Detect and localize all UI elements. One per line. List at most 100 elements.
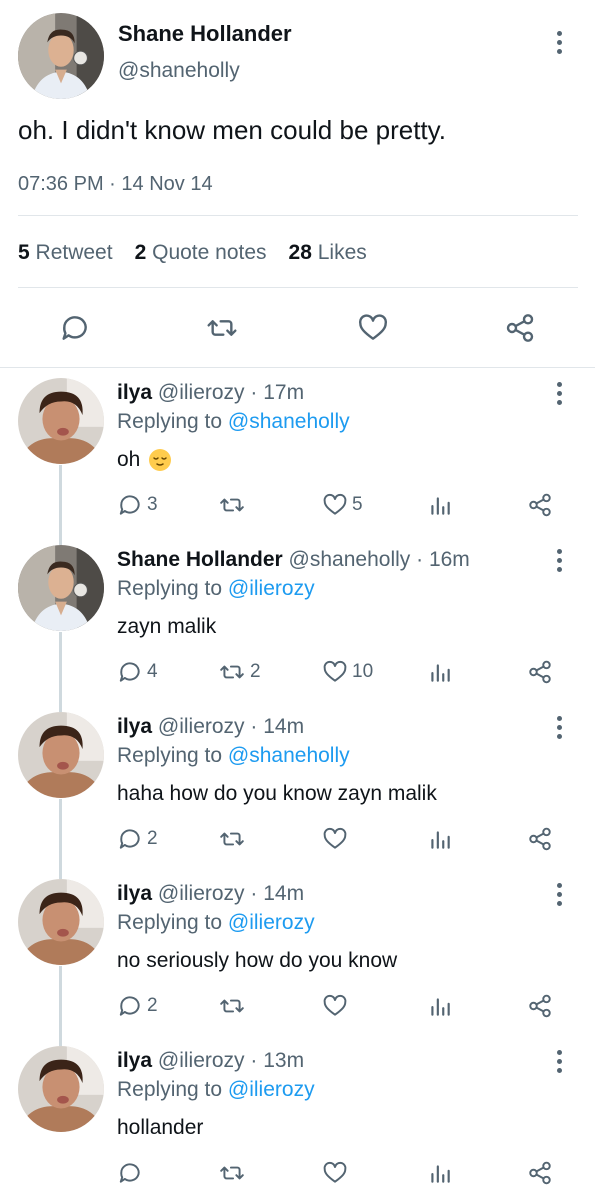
like-button[interactable] [322,1160,352,1186]
replying-to-link[interactable]: @ilierozy [228,577,315,600]
tweet-time: 07:36 PM [18,173,104,195]
retweet-button[interactable] [218,492,250,518]
likes-stat[interactable]: 28 Likes [289,241,367,265]
reply-button[interactable]: 4 [117,659,158,685]
tweet-text: oh. I didn't know men could be pretty. [18,115,446,145]
avatar[interactable] [18,378,104,464]
reply-text: hollander [117,1116,204,1139]
retweet-button[interactable] [218,993,250,1019]
like-count: 10 [352,661,374,682]
like-icon [322,826,348,852]
reply-header: ilya @ilierozy · 13m [117,1049,304,1073]
retweet-button[interactable]: 2 [218,659,261,685]
reply-author-name[interactable]: ilya [117,381,152,404]
thread-line [59,799,62,879]
like-button[interactable] [322,826,352,852]
user-handle[interactable]: @shaneholly [118,59,240,83]
replying-to-label: Replying to [117,1078,223,1101]
replying-to-link[interactable]: @shaneholly [228,410,350,433]
reply-icon[interactable] [59,312,91,344]
avatar[interactable] [18,545,104,631]
like-button[interactable]: 5 [322,492,363,518]
avatar[interactable] [18,13,104,99]
reply-button[interactable]: 3 [117,492,158,518]
retweet-button[interactable] [218,826,250,852]
replying-to-link[interactable]: @ilierozy [228,911,315,934]
like-button[interactable]: 10 [322,659,373,685]
reply-author-name[interactable]: ilya [117,715,152,738]
like-icon [322,1160,348,1186]
analytics-icon[interactable] [427,659,453,685]
share-icon[interactable] [527,659,553,685]
like-count: 5 [352,494,363,515]
reply-author-handle[interactable]: @shaneholly [289,548,411,571]
avatar[interactable] [18,879,104,965]
replying-to-label: Replying to [117,410,223,433]
retweet-icon [218,1160,246,1186]
retweet-label: Retweet [35,241,113,264]
reply-author-name[interactable]: ilya [117,1049,152,1072]
reply-author-handle[interactable]: @ilierozy [158,715,245,738]
likes-label: Likes [317,241,367,264]
share-icon[interactable] [527,826,553,852]
reply-button[interactable] [117,1160,147,1186]
more-options-icon[interactable] [557,1050,563,1077]
more-options-icon[interactable] [557,382,563,409]
analytics-icon[interactable] [427,1160,453,1186]
analytics-icon[interactable] [427,826,453,852]
reply-time[interactable]: · 14m [250,715,304,738]
replying-to: Replying to @ilierozy [117,577,315,601]
retweet-stat[interactable]: 5 Retweet [18,241,113,265]
share-icon[interactable] [527,1160,553,1186]
like-button[interactable] [322,993,352,1019]
more-options-icon[interactable] [557,716,563,743]
divider [18,215,578,216]
reply-icon [117,993,143,1019]
display-name[interactable]: Shane Hollander [118,21,292,47]
replying-to: Replying to @shaneholly [117,744,350,768]
reply-header: ilya @ilierozy · 14m [117,715,304,739]
reply-author-handle[interactable]: @ilierozy [158,1049,245,1072]
avatar[interactable] [18,1046,104,1132]
more-options-icon[interactable] [557,883,563,910]
like-icon [322,993,348,1019]
reply-text: oh [117,448,172,472]
more-options-icon[interactable] [557,31,563,58]
reply-count: 2 [147,995,158,1016]
analytics-icon[interactable] [427,492,453,518]
reply-time[interactable]: · 17m [250,381,304,404]
quote-count: 2 [134,241,147,264]
quote-stat[interactable]: 2 Quote notes [135,241,267,265]
replying-to-link[interactable]: @shaneholly [228,744,350,767]
reply-button[interactable]: 2 [117,826,158,852]
reply-time[interactable]: · 13m [250,1049,304,1072]
reply-author-name[interactable]: Shane Hollander [117,548,283,571]
share-icon[interactable] [527,492,553,518]
reply-icon [117,826,143,852]
thread-line [59,632,62,712]
reply-text: haha how do you know zayn malik [117,782,437,805]
share-icon[interactable] [504,312,536,344]
replying-to: Replying to @shaneholly [117,410,350,434]
reply-header: Shane Hollander @shaneholly · 16m [117,548,470,572]
retweet-count: 2 [250,661,261,682]
tweet-stats: 5 Retweet 2 Quote notes 28 Likes [18,241,367,265]
reply-icon [117,1160,143,1186]
reply-author-name[interactable]: ilya [117,882,152,905]
more-options-icon[interactable] [557,549,563,576]
reply-time[interactable]: · 16m [416,548,470,571]
like-icon[interactable] [357,312,389,344]
avatar[interactable] [18,712,104,798]
reply-header: ilya @ilierozy · 17m [117,381,304,405]
reply-author-handle[interactable]: @ilierozy [158,882,245,905]
analytics-icon[interactable] [427,993,453,1019]
retweet-icon[interactable] [206,312,238,344]
reply-author-handle[interactable]: @ilierozy [158,381,245,404]
replying-to-link[interactable]: @ilierozy [228,1078,315,1101]
reply-time[interactable]: · 14m [250,882,304,905]
retweet-button[interactable] [218,1160,250,1186]
tweet-timestamp[interactable]: 07:36 PM · 14 Nov 14 [18,173,213,196]
reply-icon [117,659,143,685]
reply-button[interactable]: 2 [117,993,158,1019]
share-icon[interactable] [527,993,553,1019]
